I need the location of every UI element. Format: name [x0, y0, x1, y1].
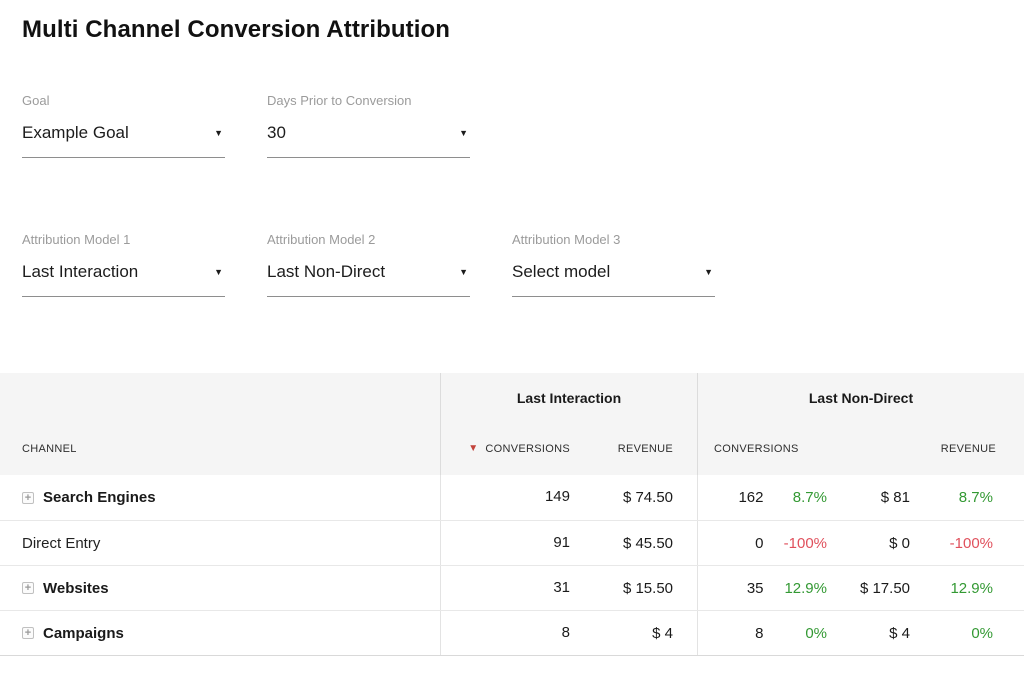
- group-header-spacer: [0, 373, 440, 423]
- model1-conversions-cell: 31: [440, 566, 570, 610]
- model2-revenue-value: $ 17.50: [827, 580, 910, 597]
- col-header-model1-conversions[interactable]: ▼ CONVERSIONS: [440, 423, 570, 475]
- model2-revenue-cell: $ 81 8.7%: [827, 489, 1024, 506]
- table-column-header-row: CHANNEL ▼ CONVERSIONS REVENUE CONVERSION…: [0, 423, 1024, 475]
- channel-cell: Websites: [0, 580, 440, 597]
- model2-conversions-value: 162: [698, 489, 764, 506]
- filters-row: Goal Example Goal ▼ Days Prior to Conver…: [22, 93, 1024, 158]
- model2-conversions-change: 0%: [764, 625, 828, 642]
- table-row: Campaigns 8 $ 4 8 0% $ 4 0%: [0, 610, 1024, 655]
- model2-revenue-change: 8.7%: [910, 489, 993, 506]
- model2-revenue-change: 12.9%: [910, 580, 993, 597]
- channel-cell: Search Engines: [0, 489, 440, 506]
- chevron-down-icon: ▼: [459, 129, 470, 138]
- goal-select-value: Example Goal: [22, 123, 129, 143]
- days-prior-select-value: 30: [267, 123, 286, 143]
- col-header-channel[interactable]: CHANNEL: [0, 443, 440, 455]
- col-header-model2-revenue[interactable]: REVENUE: [827, 443, 1024, 455]
- model2-conversions-cell: 0 -100%: [697, 521, 827, 565]
- model2-revenue-cell: $ 17.50 12.9%: [827, 580, 1024, 597]
- expand-icon[interactable]: [22, 492, 34, 504]
- days-prior-select-label: Days Prior to Conversion: [267, 93, 470, 108]
- model2-conversions-value: 35: [698, 580, 764, 597]
- model2-revenue-change: 0%: [910, 625, 993, 642]
- attribution-table: Last Interaction Last Non-Direct CHANNEL…: [0, 373, 1024, 656]
- table-row: Direct Entry 91 $ 45.50 0 -100% $ 0 -100…: [0, 520, 1024, 565]
- model2-conversions-cell: 162 8.7%: [697, 475, 827, 520]
- models-row: Attribution Model 1 Last Interaction ▼ A…: [22, 232, 1024, 297]
- days-prior-select[interactable]: Days Prior to Conversion 30 ▼: [267, 93, 470, 158]
- channel-label: Websites: [43, 580, 109, 597]
- table-body: Search Engines 149 $ 74.50 162 8.7% $ 81…: [0, 475, 1024, 656]
- attribution-model-1-label: Attribution Model 1: [22, 232, 225, 247]
- sort-descending-icon: ▼: [468, 444, 478, 454]
- page-title: Multi Channel Conversion Attribution: [22, 16, 1024, 44]
- model1-revenue-cell: $ 74.50: [570, 489, 697, 506]
- model2-conversions-cell: 8 0%: [697, 611, 827, 655]
- model2-conversions-value: 0: [698, 535, 764, 552]
- model2-revenue-cell: $ 4 0%: [827, 625, 1024, 642]
- model2-revenue-value: $ 81: [827, 489, 910, 506]
- group-header-model2: Last Non-Direct: [697, 373, 1024, 423]
- group-header-model1: Last Interaction: [440, 373, 697, 423]
- model1-conversions-cell: 8: [440, 611, 570, 655]
- table-row: Websites 31 $ 15.50 35 12.9% $ 17.50 12.…: [0, 565, 1024, 610]
- model2-conversions-change: 8.7%: [764, 489, 828, 506]
- goal-select[interactable]: Goal Example Goal ▼: [22, 93, 225, 158]
- chevron-down-icon: ▼: [704, 268, 715, 277]
- col-header-model2-conversions[interactable]: CONVERSIONS: [697, 423, 827, 475]
- expand-icon[interactable]: [22, 627, 34, 639]
- attribution-model-2-value: Last Non-Direct: [267, 262, 385, 282]
- model2-conversions-change: -100%: [764, 535, 828, 552]
- attribution-model-3-value: Select model: [512, 262, 610, 282]
- attribution-model-3-label: Attribution Model 3: [512, 232, 715, 247]
- model2-revenue-change: -100%: [910, 535, 993, 552]
- col-header-model1-revenue[interactable]: REVENUE: [570, 443, 697, 455]
- chevron-down-icon: ▼: [459, 268, 470, 277]
- model1-revenue-cell: $ 4: [570, 625, 697, 642]
- model2-revenue-cell: $ 0 -100%: [827, 535, 1024, 552]
- model2-conversions-cell: 35 12.9%: [697, 566, 827, 610]
- attribution-model-1-select[interactable]: Attribution Model 1 Last Interaction ▼: [22, 232, 225, 297]
- attribution-model-2-label: Attribution Model 2: [267, 232, 470, 247]
- chevron-down-icon: ▼: [214, 129, 225, 138]
- col-header-model1-conversions-label: CONVERSIONS: [485, 443, 570, 455]
- model2-conversions-value: 8: [698, 625, 764, 642]
- table-group-header-row: Last Interaction Last Non-Direct: [0, 373, 1024, 423]
- channel-label: Search Engines: [43, 489, 156, 506]
- model2-revenue-value: $ 0: [827, 535, 910, 552]
- multi-channel-attribution-page: Multi Channel Conversion Attribution Goa…: [0, 0, 1024, 656]
- model1-conversions-cell: 149: [440, 475, 570, 520]
- table-row: Search Engines 149 $ 74.50 162 8.7% $ 81…: [0, 475, 1024, 520]
- table-header: Last Interaction Last Non-Direct CHANNEL…: [0, 373, 1024, 475]
- model1-conversions-cell: 91: [440, 521, 570, 565]
- chevron-down-icon: ▼: [214, 268, 225, 277]
- channel-label: Campaigns: [43, 625, 124, 642]
- attribution-model-3-select[interactable]: Attribution Model 3 Select model ▼: [512, 232, 715, 297]
- goal-select-label: Goal: [22, 93, 225, 108]
- model2-conversions-change: 12.9%: [764, 580, 828, 597]
- model1-revenue-cell: $ 45.50: [570, 535, 697, 552]
- model2-revenue-value: $ 4: [827, 625, 910, 642]
- channel-cell: Campaigns: [0, 625, 440, 642]
- model1-revenue-cell: $ 15.50: [570, 580, 697, 597]
- attribution-model-1-value: Last Interaction: [22, 262, 138, 282]
- channel-cell: Direct Entry: [0, 535, 440, 552]
- expand-icon[interactable]: [22, 582, 34, 594]
- channel-label: Direct Entry: [22, 535, 100, 552]
- attribution-model-2-select[interactable]: Attribution Model 2 Last Non-Direct ▼: [267, 232, 470, 297]
